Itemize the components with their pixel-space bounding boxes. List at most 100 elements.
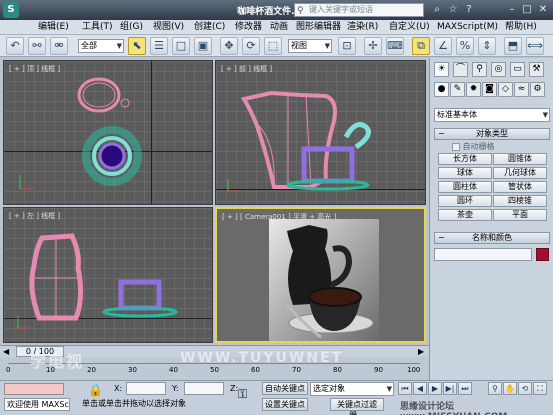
viewport-camera[interactable]: [ + ] [ Camera001 ] 平滑 + 高光 ]	[215, 207, 426, 343]
hierarchy-tab-icon[interactable]: ⚲	[472, 62, 487, 77]
go-to-end-icon[interactable]: ⏭	[458, 382, 472, 395]
menu-create[interactable]: 创建(C)	[194, 21, 225, 34]
shapes-icon[interactable]: ✎	[450, 82, 465, 97]
viewport-front[interactable]: [ + ] 前 ] 线框 ]	[215, 60, 426, 205]
y-coordinate-input[interactable]	[184, 382, 224, 395]
menu-view[interactable]: 视图(V)	[153, 21, 184, 34]
search-icon: ⚲	[297, 6, 304, 16]
orbit-icon[interactable]: ⟲	[518, 382, 532, 395]
primitive-sphere-button[interactable]: 球体	[438, 167, 492, 179]
unlink-icon[interactable]: ⚮	[50, 37, 68, 55]
geometry-icon[interactable]: ●	[434, 82, 449, 97]
move-icon[interactable]: ✥	[220, 37, 238, 55]
spinner-snap-icon[interactable]: ⇕	[478, 37, 496, 55]
key-icon[interactable]: ⚿	[238, 387, 247, 402]
front-view-wireframes	[227, 90, 371, 192]
checkbox-box[interactable]	[452, 142, 460, 151]
key-filters-button[interactable]: 关键点过滤器...	[330, 398, 384, 415]
helpers-icon[interactable]: ◇	[498, 82, 513, 97]
geometry-category-dropdown[interactable]: 标准基本体 ▼	[434, 108, 550, 122]
undo-icon[interactable]: ↶	[6, 37, 24, 55]
primitive-cylinder-button[interactable]: 圆柱体	[438, 181, 492, 193]
help-icon[interactable]: ?	[462, 3, 476, 17]
menu-edit[interactable]: 编辑(E)	[38, 21, 69, 34]
name-color-rollout[interactable]: − 名称和颜色	[434, 232, 550, 244]
prev-frame-icon[interactable]: ◀	[3, 347, 9, 356]
rectangular-selection-icon[interactable]: □	[172, 37, 190, 55]
window-crossing-icon[interactable]: ▣	[194, 37, 212, 55]
cameras-icon[interactable]: ◙	[482, 82, 497, 97]
auto-key-button[interactable]: 自动关键点	[262, 382, 308, 395]
maximize-button[interactable]: □	[520, 3, 534, 17]
menu-tools[interactable]: 工具(T)	[82, 21, 113, 34]
viewport-top[interactable]: [ + ] 顶 ] 线框 ]	[3, 60, 213, 205]
menu-maxscript[interactable]: MAXScript(M)	[437, 21, 498, 34]
select-manipulate-icon[interactable]: ✢	[364, 37, 382, 55]
modify-tab-icon[interactable]: ⌒	[453, 62, 468, 77]
selection-filter-dropdown[interactable]: 全部 ▼	[78, 39, 124, 53]
search-input[interactable]: ⚲ 键入关键字或短语	[294, 3, 424, 17]
lock-icon[interactable]: 🔒	[88, 383, 103, 397]
object-name-input[interactable]	[434, 248, 532, 261]
primitive-box-button[interactable]: 长方体	[438, 153, 492, 165]
primitive-tube-button[interactable]: 管状体	[493, 181, 547, 193]
previous-frame-icon[interactable]: ◀	[413, 382, 427, 395]
key-selection-dropdown[interactable]: 选定对象 ▼	[310, 382, 394, 396]
primitive-geosphere-button[interactable]: 几何球体	[493, 167, 547, 179]
scale-icon[interactable]: ⬚	[264, 37, 282, 55]
auto-grid-checkbox[interactable]: 自动栅格	[452, 141, 495, 152]
create-tab-sun-icon[interactable]: ☀	[434, 62, 449, 77]
next-frame-icon[interactable]: ▶	[418, 347, 424, 356]
x-coordinate-input[interactable]	[126, 382, 166, 395]
ruler-tick: 90	[374, 366, 383, 374]
primitive-plane-button[interactable]: 平面	[493, 209, 547, 221]
maxscript-listener-mini[interactable]	[4, 383, 64, 395]
object-type-rollout[interactable]: − 对象类型	[434, 128, 550, 140]
ruler-tick: 60	[251, 366, 260, 374]
pan-icon[interactable]: ✋	[503, 382, 517, 395]
select-object-icon[interactable]: ⬉	[128, 37, 146, 55]
play-icon[interactable]: ▶	[428, 382, 442, 395]
rotate-icon[interactable]: ⟳	[242, 37, 260, 55]
menu-customize[interactable]: 自定义(U)	[389, 21, 430, 34]
menu-animation[interactable]: 动画	[270, 21, 288, 34]
binoculars-icon[interactable]: ⌕	[430, 3, 444, 17]
reference-coordinate-dropdown[interactable]: 视图 ▼	[288, 39, 332, 53]
primitive-teapot-button[interactable]: 茶壶	[438, 209, 492, 221]
snap-toggle-icon[interactable]: ⧉	[412, 37, 430, 55]
percent-snap-icon[interactable]: %	[456, 37, 474, 55]
menu-group[interactable]: 组(G)	[120, 21, 143, 34]
star-icon[interactable]: ☆	[446, 3, 460, 17]
maximize-viewport-icon[interactable]: ⛶	[533, 382, 547, 395]
menu-modifiers[interactable]: 修改器	[235, 21, 262, 34]
select-by-name-icon[interactable]: ☰	[150, 37, 168, 55]
angle-snap-icon[interactable]: ∠	[434, 37, 452, 55]
named-selection-icon[interactable]: ⬒	[504, 37, 522, 55]
menu-graph-editors[interactable]: 图形编辑器	[296, 21, 341, 34]
set-key-button[interactable]: 设置关键点	[262, 398, 308, 411]
next-frame-icon[interactable]: ▶|	[443, 382, 457, 395]
utilities-tab-icon[interactable]: ⚒	[529, 62, 544, 77]
close-button[interactable]: ✕	[536, 3, 550, 17]
spacewarps-icon[interactable]: ≈	[514, 82, 529, 97]
pivot-center-icon[interactable]: ⊡	[338, 37, 356, 55]
keyboard-shortcut-icon[interactable]: ⌨	[386, 37, 404, 55]
left-view-wireframes	[17, 233, 178, 329]
link-icon[interactable]: ⚯	[28, 37, 46, 55]
primitive-pyramid-button[interactable]: 四棱锥	[493, 195, 547, 207]
lights-icon[interactable]: ✹	[466, 82, 481, 97]
minimize-button[interactable]: –	[505, 3, 519, 17]
menu-help[interactable]: 帮助(H)	[505, 21, 537, 34]
primitive-cone-button[interactable]: 圆锥体	[493, 153, 547, 165]
systems-icon[interactable]: ⚙	[530, 82, 545, 97]
go-to-start-icon[interactable]: ⏮	[398, 382, 412, 395]
zoom-icon[interactable]: ⚲	[488, 382, 502, 395]
mirror-icon[interactable]: ⟺	[526, 37, 544, 55]
display-tab-icon[interactable]: ▭	[510, 62, 525, 77]
menu-rendering[interactable]: 渲染(R)	[347, 21, 378, 34]
object-color-swatch[interactable]	[536, 248, 549, 261]
motion-tab-icon[interactable]: ◎	[491, 62, 506, 77]
primitive-torus-button[interactable]: 圆环	[438, 195, 492, 207]
viewport-left[interactable]: [ + ] 左 ] 线框 ]	[3, 207, 213, 343]
chevron-down-icon: ▼	[542, 111, 548, 119]
